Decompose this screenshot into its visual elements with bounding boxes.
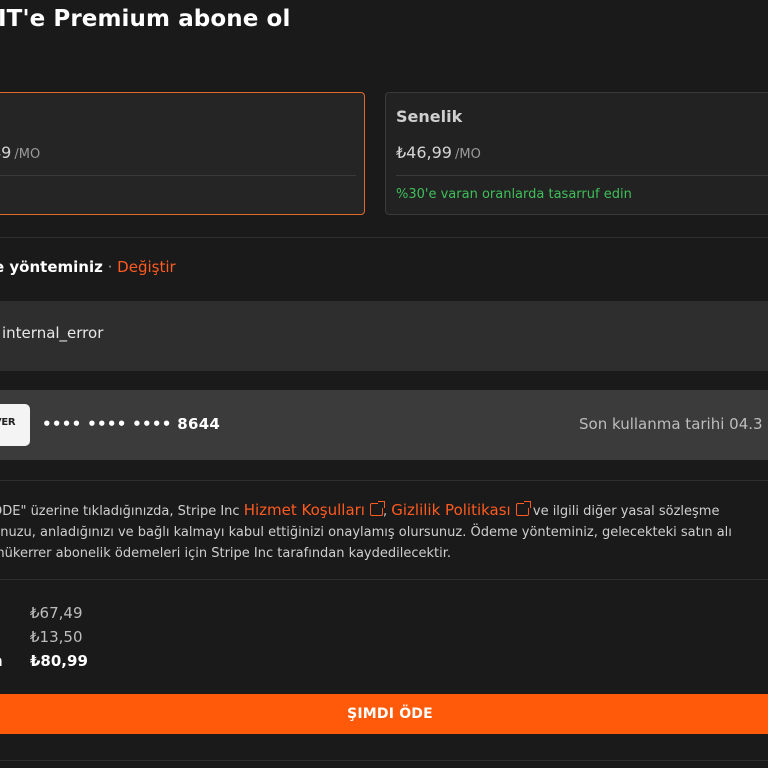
legal-line-3: mükerrer abonelik ödemeleri için Stripe …	[0, 546, 451, 561]
summary-tax: ₺13,50	[30, 628, 83, 646]
plan-savings-badge: %30'e varan oranlarda tasarruf edin	[396, 187, 632, 202]
terms-link-label: Hizmet Koşulları	[243, 501, 365, 519]
card-brand-text: OVER	[0, 417, 16, 428]
divider	[0, 760, 768, 761]
discover-card-logo-icon: OVER	[0, 404, 30, 446]
summary-subtotal: ₺67,49	[30, 604, 83, 622]
plan-price-yearly-value: ₺46,99	[396, 143, 452, 162]
subscription-checkout: IT'e Premium abone ol 49/MO Senelik ₺46,…	[0, 0, 768, 768]
plan-price-monthly: 49/MO	[0, 143, 40, 162]
payment-method-label: e yönteminiz	[0, 258, 103, 276]
error-message-box: internal_error	[0, 301, 768, 371]
plan-unit-yearly: /MO	[454, 147, 481, 162]
error-message: internal_error	[2, 324, 104, 342]
plan-divider	[0, 175, 356, 176]
external-link-icon	[515, 501, 531, 516]
plan-card-yearly[interactable]: Senelik ₺46,99/MO %30'e varan oranlarda …	[385, 92, 768, 215]
divider	[0, 237, 768, 238]
privacy-policy-link[interactable]: Gizlilik Politikası	[391, 501, 531, 519]
change-payment-method-link[interactable]: Değiştir	[117, 258, 176, 276]
card-expiry: Son kullanma tarihi 04.3	[579, 415, 763, 433]
plan-unit-monthly: /MO	[14, 147, 41, 162]
legal-line-1-suffix: ve ilgili diğer yasal sözleşme	[532, 504, 720, 519]
plan-card-monthly[interactable]: 49/MO	[0, 92, 365, 215]
plan-name-yearly: Senelik	[396, 107, 463, 126]
pay-now-button[interactable]: ŞIMDI ÖDE	[0, 694, 768, 734]
legal-line-1-prefix: ÖDE" üzerine tıkladığınızda, Stripe Inc	[0, 504, 240, 519]
divider	[0, 480, 768, 481]
plan-price-yearly: ₺46,99/MO	[396, 143, 481, 162]
plan-divider	[396, 175, 768, 176]
legal-line-2: unuzu, anladığınızı ve bağlı kalmayı kab…	[0, 525, 732, 540]
privacy-link-label: Gizlilik Politikası	[391, 501, 511, 519]
page-title: IT'e Premium abone ol	[0, 6, 291, 32]
summary-total: ₺80,99	[30, 652, 88, 670]
payment-method-header: e yönteminiz · Değiştir	[0, 258, 176, 276]
legal-line-1: ÖDE" üzerine tıkladığınızda, Stripe Inc …	[0, 500, 768, 522]
summary-total-label: n	[0, 652, 3, 670]
card-number: •••• •••• •••• 8644	[42, 415, 221, 433]
divider	[0, 579, 768, 580]
external-link-icon	[369, 501, 385, 516]
saved-card-row[interactable]: OVER •••• •••• •••• 8644 Son kullanma ta…	[0, 390, 768, 460]
payment-method-separator: ·	[107, 258, 113, 276]
plan-price-monthly-value: 49	[0, 143, 12, 162]
legal-notice: ÖDE" üzerine tıkladığınızda, Stripe Inc …	[0, 500, 768, 564]
terms-of-service-link[interactable]: Hizmet Koşulları	[243, 501, 385, 519]
